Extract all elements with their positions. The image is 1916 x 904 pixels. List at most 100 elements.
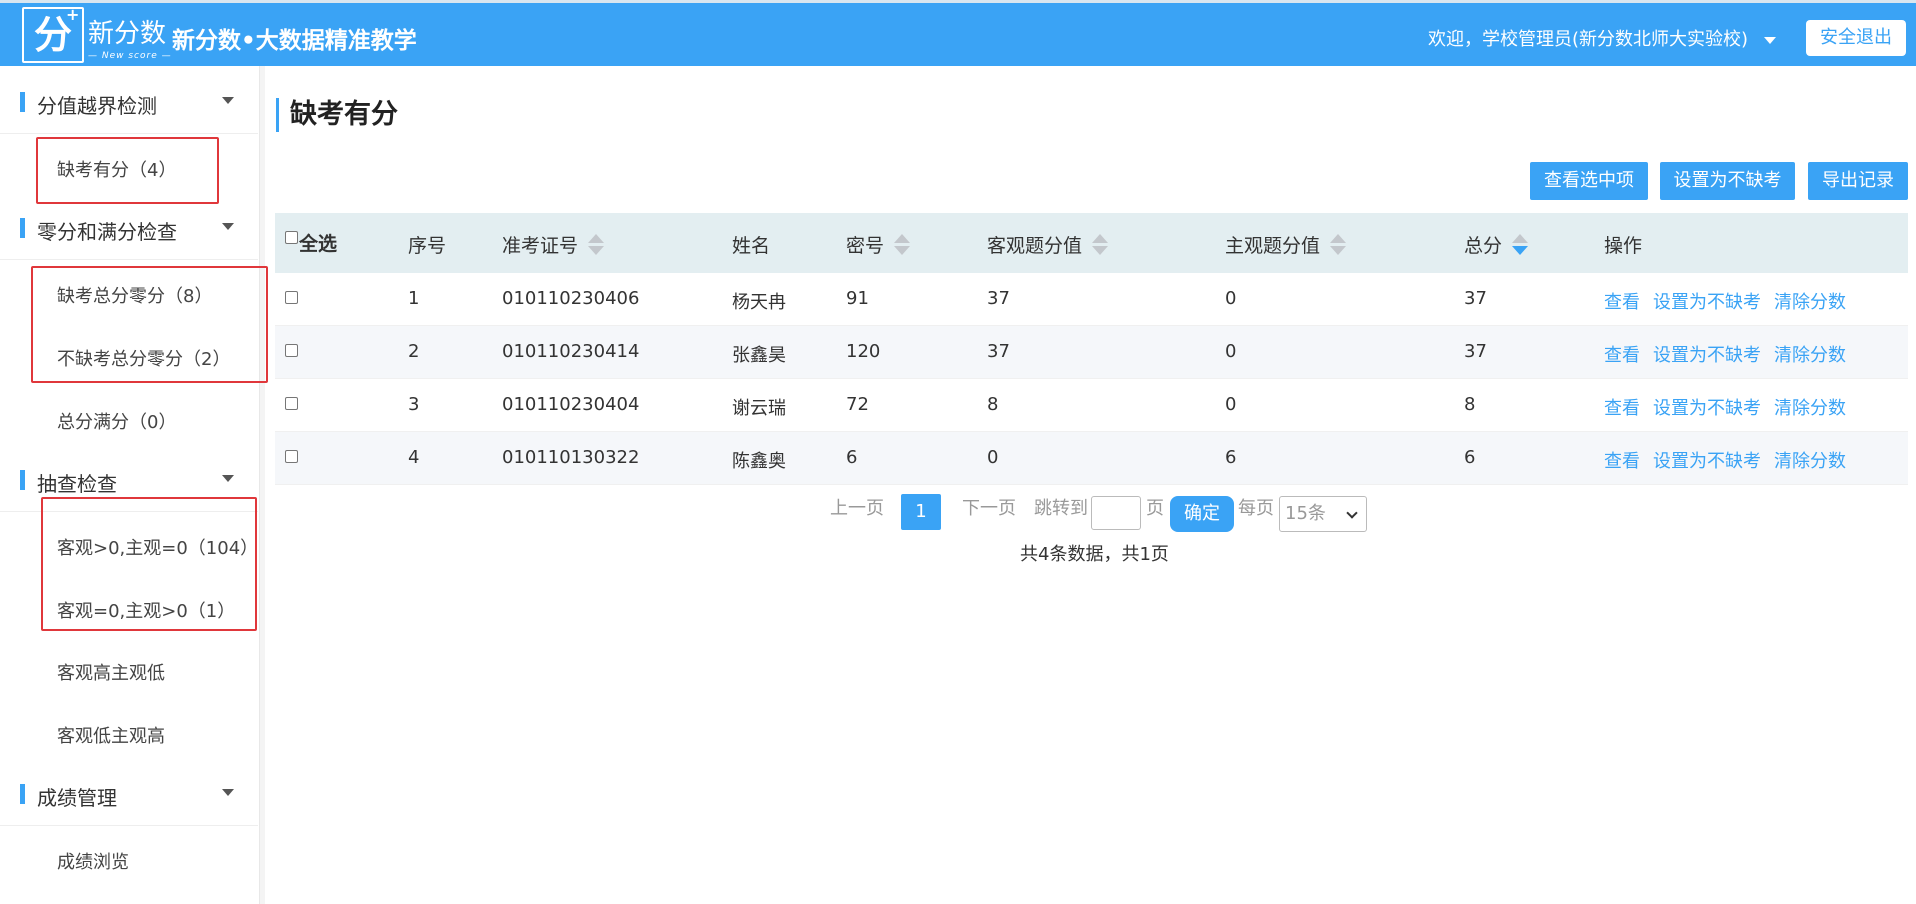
sidebar-item-absent-zero-total[interactable]: 缺考总分零分（8）	[57, 282, 212, 308]
jump-to-label: 跳转到	[1034, 498, 1088, 519]
col-label: 密号	[846, 235, 885, 257]
sidebar-group-label: 分值越界检测	[37, 94, 157, 118]
clear-score-link[interactable]: 清除分数	[1774, 292, 1846, 313]
group-marker	[20, 470, 25, 490]
sidebar-item-present-zero-total[interactable]: 不缺考总分零分（2）	[57, 345, 230, 371]
col-secret-id[interactable]: 密号	[846, 231, 911, 259]
view-link[interactable]: 查看	[1604, 451, 1640, 472]
cell-name: 张鑫昊	[732, 345, 786, 366]
cell-exam-id: 010110230414	[502, 341, 640, 362]
col-objective-score[interactable]: 客观题分值	[987, 231, 1109, 259]
set-not-absent-button[interactable]: 设置为不缺考	[1660, 162, 1795, 200]
page-number-current[interactable]: 1	[901, 494, 941, 530]
clear-score-link[interactable]: 清除分数	[1774, 398, 1846, 419]
chevron-down-icon	[222, 97, 234, 104]
chevron-down-icon	[1346, 507, 1358, 519]
set-not-absent-link[interactable]: 设置为不缺考	[1653, 345, 1761, 366]
row-checkbox[interactable]	[285, 450, 298, 463]
sort-icon[interactable]	[588, 233, 605, 257]
jump-page-input[interactable]	[1091, 496, 1141, 530]
cell-index: 3	[408, 394, 420, 415]
cell-secret-id: 91	[846, 288, 869, 309]
sidebar-group-spot-check[interactable]: 抽查检查	[0, 448, 258, 512]
sort-icon[interactable]	[1092, 233, 1109, 257]
sidebar-group-range-check[interactable]: 分值越界检测	[0, 70, 258, 134]
user-menu[interactable]: 欢迎，学校管理员(新分数北师大实验校)	[1428, 25, 1776, 51]
row-checkbox[interactable]	[285, 291, 298, 304]
set-not-absent-link[interactable]: 设置为不缺考	[1653, 292, 1761, 313]
per-page-label: 每页	[1238, 498, 1274, 519]
col-total[interactable]: 总分	[1464, 231, 1529, 259]
sidebar-item-obj-zero-subj-pos[interactable]: 客观=0,主观>0（1）	[57, 597, 235, 623]
group-marker	[20, 218, 25, 238]
table-header: 全选 序号 准考证号 姓名 密号 客观题分值 主观题分值 总分 操作	[275, 213, 1908, 273]
sidebar-item-full-total[interactable]: 总分满分（0）	[57, 408, 176, 434]
cell-objective: 8	[987, 394, 999, 415]
cell-secret-id: 120	[846, 341, 881, 362]
cell-secret-id: 6	[846, 447, 858, 468]
view-link[interactable]: 查看	[1604, 345, 1640, 366]
sidebar-item-score-browse[interactable]: 成绩浏览	[57, 848, 129, 874]
export-records-button[interactable]: 导出记录	[1808, 162, 1908, 200]
next-page-button[interactable]: 下一页	[962, 494, 1016, 520]
prev-page-button[interactable]: 上一页	[830, 494, 884, 520]
logout-button[interactable]: 安全退出	[1806, 20, 1906, 56]
cell-actions: 查看 设置为不缺考 清除分数	[1604, 341, 1859, 367]
per-page-select[interactable]: 15条	[1279, 496, 1367, 532]
cell-index: 2	[408, 341, 420, 362]
sort-icon[interactable]	[894, 233, 911, 257]
col-label: 客观题分值	[987, 235, 1083, 257]
cell-name: 杨天冉	[732, 292, 786, 313]
clear-score-link[interactable]: 清除分数	[1774, 345, 1846, 366]
cell-secret-id: 72	[846, 394, 869, 415]
jump-confirm-button[interactable]: 确定	[1170, 496, 1234, 532]
cell-objective: 37	[987, 288, 1010, 309]
col-exam-id[interactable]: 准考证号	[502, 231, 605, 259]
pagination-summary: 共4条数据，共1页	[1020, 544, 1169, 565]
sidebar-item-obj-high-subj-low[interactable]: 客观高主观低	[57, 659, 165, 685]
page-title: 缺考有分	[276, 98, 398, 132]
clear-score-link[interactable]: 清除分数	[1774, 451, 1846, 472]
app-title: 新分数•大数据精准教学	[172, 28, 417, 54]
row-checkbox[interactable]	[285, 344, 298, 357]
top-header: 分 + 新分数 — New score — 新分数•大数据精准教学 欢迎，学校管…	[0, 0, 1916, 66]
cell-total: 37	[1464, 288, 1487, 309]
cell-objective: 0	[987, 447, 999, 468]
col-label: 总分	[1464, 235, 1503, 257]
sidebar-item-absent-with-score[interactable]: 缺考有分（4）	[57, 156, 176, 182]
data-table: 全选 序号 准考证号 姓名 密号 客观题分值 主观题分值 总分 操作 1 010…	[275, 213, 1908, 485]
col-label: 准考证号	[502, 235, 579, 257]
sort-icon[interactable]	[1330, 233, 1347, 257]
col-label: 主观题分值	[1225, 235, 1321, 257]
view-link[interactable]: 查看	[1604, 398, 1640, 419]
cell-actions: 查看 设置为不缺考 清除分数	[1604, 288, 1859, 314]
cell-total: 8	[1464, 394, 1476, 415]
sidebar-group-zero-full-check[interactable]: 零分和满分检查	[0, 196, 258, 260]
select-all-checkbox[interactable]	[285, 231, 298, 244]
cell-objective: 37	[987, 341, 1010, 362]
cell-subjective: 0	[1225, 341, 1237, 362]
sort-icon[interactable]	[1512, 233, 1529, 257]
group-marker	[20, 784, 25, 804]
sidebar-item-obj-pos-subj-zero[interactable]: 客观>0,主观=0（104）	[57, 534, 258, 560]
cell-subjective: 0	[1225, 394, 1237, 415]
table-row: 4 010110130322 陈鑫奥 6 0 6 6 查看 设置为不缺考 清除分数	[275, 432, 1908, 485]
table-row: 1 010110230406 杨天冉 91 37 0 37 查看 设置为不缺考 清除…	[275, 273, 1908, 326]
sidebar-item-obj-low-subj-high[interactable]: 客观低主观高	[57, 722, 165, 748]
sidebar-group-score-management[interactable]: 成绩管理	[0, 762, 258, 826]
group-marker	[20, 92, 25, 112]
cell-index: 1	[408, 288, 420, 309]
chevron-down-icon	[222, 475, 234, 482]
col-subjective-score[interactable]: 主观题分值	[1225, 231, 1347, 259]
cell-subjective: 6	[1225, 447, 1237, 468]
view-selected-button[interactable]: 查看选中项	[1530, 162, 1648, 200]
cell-total: 37	[1464, 341, 1487, 362]
row-checkbox[interactable]	[285, 397, 298, 410]
welcome-text: 欢迎，学校管理员(新分数北师大实验校)	[1427, 29, 1748, 50]
table-row: 2 010110230414 张鑫昊 120 37 0 37 查看 设置为不缺考清…	[275, 326, 1908, 379]
set-not-absent-link[interactable]: 设置为不缺考	[1653, 398, 1761, 419]
cell-exam-id: 010110130322	[502, 447, 640, 468]
cell-subjective: 0	[1225, 288, 1237, 309]
view-link[interactable]: 查看	[1604, 292, 1640, 313]
set-not-absent-link[interactable]: 设置为不缺考	[1653, 451, 1761, 472]
